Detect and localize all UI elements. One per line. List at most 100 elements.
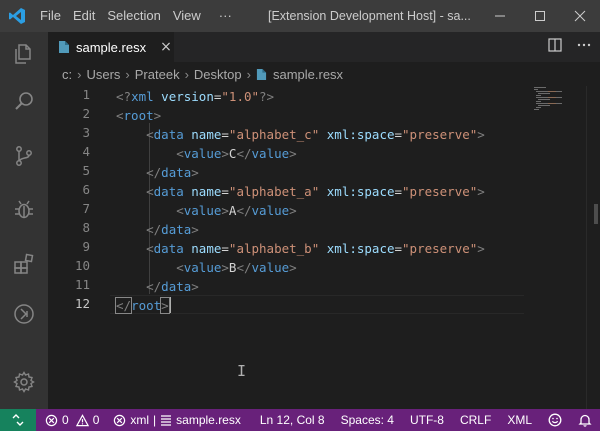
breadcrumb-desktop[interactable]: Desktop <box>194 67 242 82</box>
file-icon <box>256 68 267 80</box>
code-token: </ <box>236 203 252 218</box>
code-token: data <box>161 222 192 237</box>
remote-explorer-icon[interactable] <box>0 294 48 334</box>
cursor-position[interactable]: Ln 12, Col 8 <box>252 409 333 431</box>
code-token: < <box>146 241 154 256</box>
line-number: 5 <box>82 163 90 178</box>
code-token: > <box>221 146 229 161</box>
indentation[interactable]: Spaces: 4 <box>333 409 402 431</box>
more-actions-icon[interactable] <box>576 38 592 56</box>
code-token: ?> <box>259 89 275 104</box>
line-number: 6 <box>82 182 90 197</box>
maximize-icon <box>535 11 545 21</box>
code-token: > <box>153 108 162 123</box>
code-token: = <box>221 184 229 199</box>
warning-count: 0 <box>92 413 100 427</box>
extensions-icon[interactable] <box>0 244 48 284</box>
tab-strip: sample.resx × <box>48 32 600 62</box>
code-token: </ <box>146 279 162 294</box>
code-token: = <box>394 184 403 199</box>
remote-indicator[interactable] <box>0 409 36 431</box>
code-token: xml <box>131 89 154 104</box>
code-token: </ <box>236 146 252 161</box>
breadcrumb-users[interactable]: Users <box>86 67 120 82</box>
code-token: < <box>176 146 184 161</box>
code-token: value <box>251 203 290 218</box>
menu-edit[interactable]: Edit <box>67 0 101 32</box>
tab-close-button[interactable]: × <box>160 39 172 55</box>
language-server-status[interactable]: xml | sample.resx <box>108 409 245 431</box>
code-line: <value>B</value> <box>116 258 296 277</box>
language-id: xml <box>130 413 150 427</box>
search-icon[interactable] <box>0 82 48 122</box>
scrollbar-thumb[interactable] <box>594 204 598 224</box>
encoding[interactable]: UTF-8 <box>402 409 452 431</box>
breadcrumb-file[interactable]: sample.resx <box>273 67 343 82</box>
settings-gear-icon[interactable] <box>0 362 48 402</box>
title-bar: File Edit Selection View ··· [Extension … <box>0 0 600 32</box>
editor-area[interactable]: 1 2 3 4 5 6 7 8 9 10 11 12 <?xml version="1.0"?> <ro… <box>48 86 600 409</box>
problems-indicator[interactable]: 0 0 <box>40 409 104 431</box>
code-token: > <box>221 260 229 275</box>
current-line-highlight <box>110 295 524 314</box>
maximize-button[interactable] <box>520 0 560 32</box>
code-token: xml:space <box>326 127 395 142</box>
code-token: </ <box>114 297 133 314</box>
list-icon <box>161 415 172 426</box>
code-token: > <box>289 203 297 218</box>
code-token: value <box>251 146 290 161</box>
vertical-scrollbar[interactable] <box>586 86 600 409</box>
code-token: = <box>394 241 403 256</box>
code-token: <? <box>116 89 132 104</box>
editor-actions <box>548 32 592 62</box>
breadcrumb-drive[interactable]: c: <box>62 67 72 82</box>
chevron-right-icon: › <box>246 66 251 82</box>
explorer-icon[interactable] <box>0 34 48 74</box>
minimap[interactable] <box>530 86 586 126</box>
line-number: 4 <box>82 144 90 159</box>
code-token: "1.0" <box>221 89 260 104</box>
code-token: data <box>153 241 184 256</box>
vscode-logo-icon <box>0 0 34 32</box>
menu-selection[interactable]: Selection <box>101 0 166 32</box>
code-token: > <box>160 297 170 314</box>
source-control-icon[interactable] <box>0 136 48 176</box>
split-editor-icon[interactable] <box>548 38 562 56</box>
code-token: root <box>131 298 162 313</box>
menu-view[interactable]: View <box>167 0 207 32</box>
code-line: <data name="alphabet_b" xml:space="prese… <box>116 239 485 258</box>
code-token: </ <box>146 222 162 237</box>
warning-icon <box>75 413 89 426</box>
tab-label: sample.resx <box>76 39 147 55</box>
line-number: 9 <box>82 239 90 254</box>
menu-file[interactable]: File <box>34 0 67 32</box>
debug-icon[interactable] <box>0 190 48 230</box>
minimize-button[interactable] <box>480 0 520 32</box>
error-icon <box>114 414 126 426</box>
tab-sample-resx[interactable]: sample.resx × <box>48 32 174 62</box>
bell-icon[interactable] <box>570 409 600 431</box>
menu-more[interactable]: ··· <box>213 0 238 32</box>
line-number: 12 <box>74 296 90 311</box>
menu-bar: File Edit Selection View ··· <box>34 0 238 32</box>
code-token: = <box>394 127 403 142</box>
code-token: </ <box>236 260 252 275</box>
smiley-icon[interactable] <box>540 409 570 431</box>
code-token: > <box>191 222 199 237</box>
code-token: data <box>161 279 192 294</box>
code-token: name <box>191 184 222 199</box>
window-controls <box>480 0 600 32</box>
end-of-line[interactable]: CRLF <box>452 409 499 431</box>
close-window-button[interactable] <box>560 0 600 32</box>
code-token: value <box>183 146 222 161</box>
status-separator: | <box>153 413 157 427</box>
language-mode[interactable]: XML <box>499 409 540 431</box>
code-line: <data name="alphabet_a" xml:space="prese… <box>116 182 485 201</box>
breadcrumb-prateek[interactable]: Prateek <box>135 67 180 82</box>
